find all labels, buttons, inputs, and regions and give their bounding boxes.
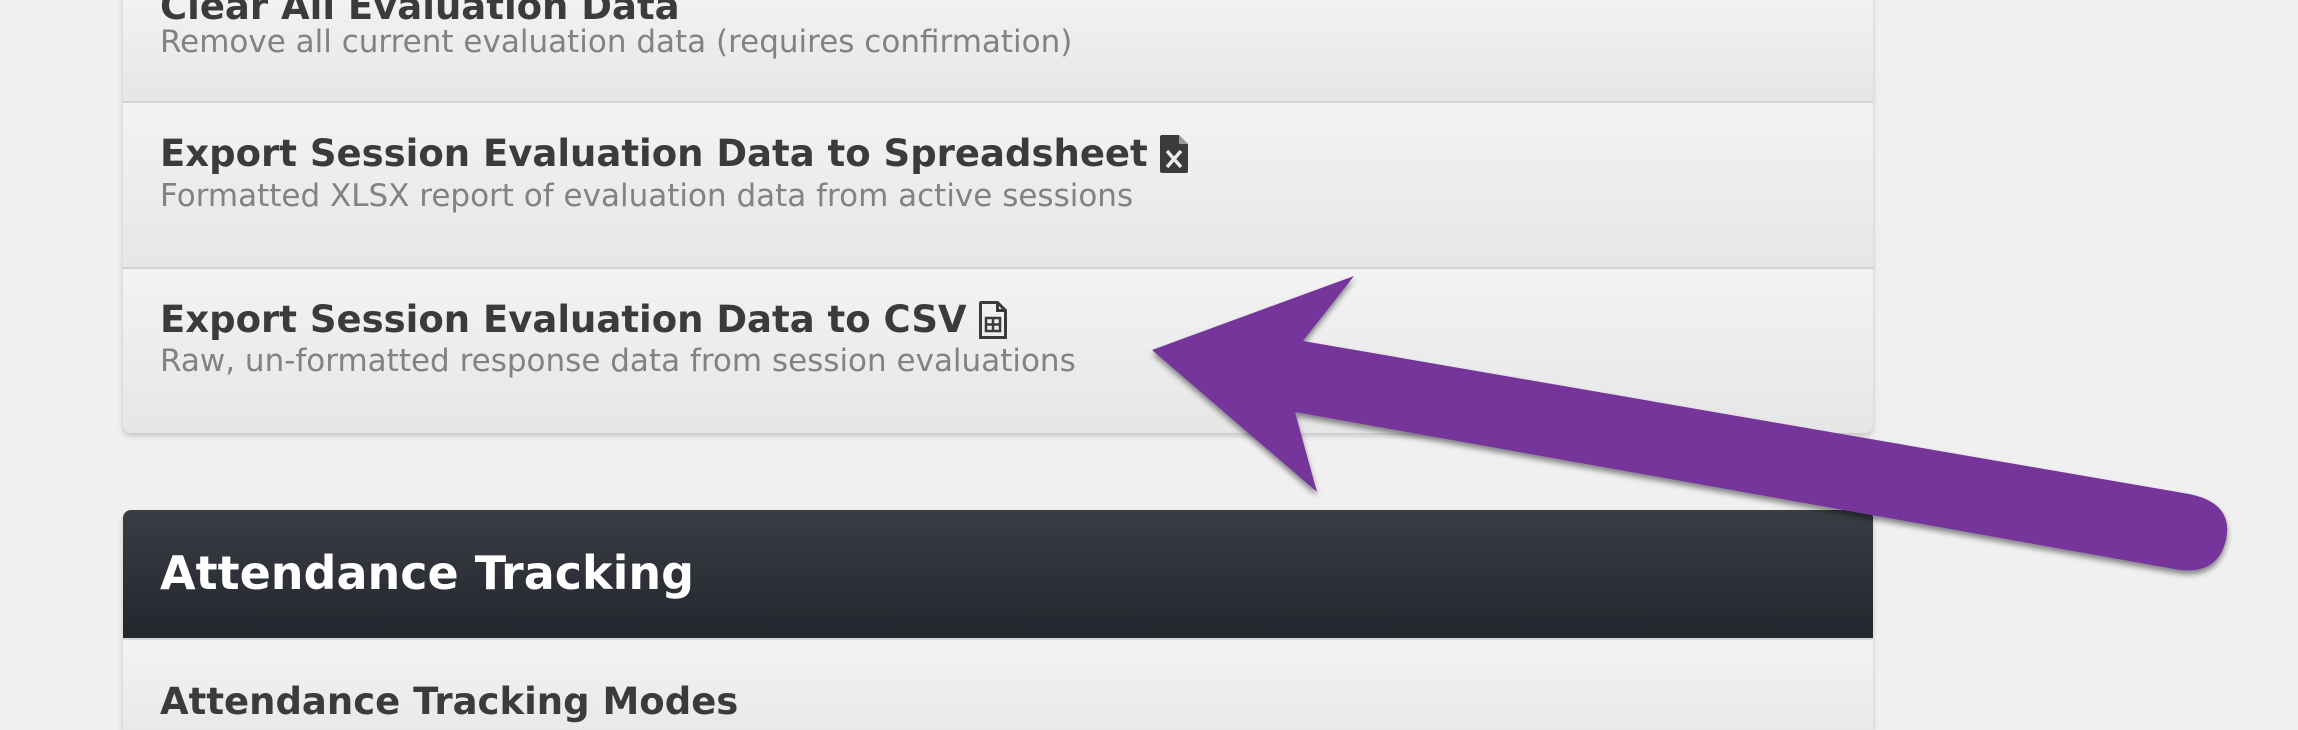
arrow-icon bbox=[1152, 276, 2228, 571]
